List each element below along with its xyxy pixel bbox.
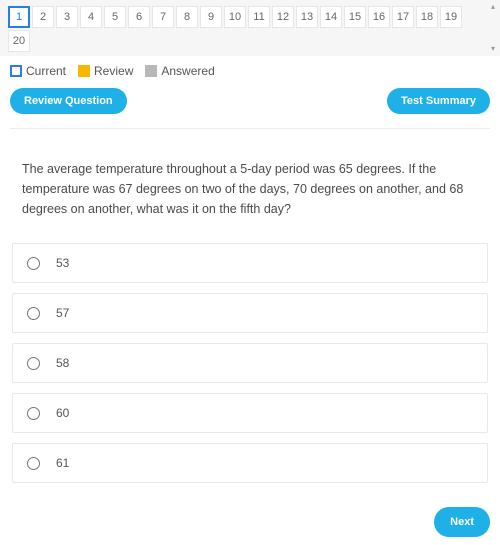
question-nav-item[interactable]: 12 bbox=[272, 6, 294, 28]
footer-actions: Next bbox=[0, 493, 500, 545]
question-nav-item[interactable]: 4 bbox=[80, 6, 102, 28]
answer-label: 58 bbox=[56, 356, 69, 370]
question-nav-item[interactable]: 10 bbox=[224, 6, 246, 28]
question-text: The average temperature throughout a 5-d… bbox=[0, 129, 500, 243]
answer-radio[interactable] bbox=[27, 457, 40, 470]
question-nav-item[interactable]: 5 bbox=[104, 6, 126, 28]
answer-option[interactable]: 57 bbox=[12, 293, 488, 333]
question-nav-item[interactable]: 19 bbox=[440, 6, 462, 28]
action-row: Review Question Test Summary bbox=[0, 84, 500, 128]
answer-radio[interactable] bbox=[27, 407, 40, 420]
question-nav-item[interactable]: 18 bbox=[416, 6, 438, 28]
answer-label: 57 bbox=[56, 306, 69, 320]
legend-label-answered: Answered bbox=[161, 64, 214, 78]
legend-swatch-review bbox=[78, 65, 90, 77]
answer-radio[interactable] bbox=[27, 357, 40, 370]
answer-option[interactable]: 53 bbox=[12, 243, 488, 283]
question-nav-item[interactable]: 20 bbox=[8, 30, 30, 52]
legend: Current Review Answered bbox=[0, 56, 500, 84]
nav-scroll-up[interactable]: ▴ bbox=[488, 2, 498, 12]
answer-label: 53 bbox=[56, 256, 69, 270]
question-nav-item[interactable]: 8 bbox=[176, 6, 198, 28]
answer-radio[interactable] bbox=[27, 307, 40, 320]
question-nav-item[interactable]: 14 bbox=[320, 6, 342, 28]
answer-label: 61 bbox=[56, 456, 69, 470]
question-nav-panel: 1234567891011121314151617181920 ▴ ▾ bbox=[0, 0, 500, 56]
next-button[interactable]: Next bbox=[434, 507, 490, 537]
answer-option[interactable]: 60 bbox=[12, 393, 488, 433]
question-nav-item[interactable]: 9 bbox=[200, 6, 222, 28]
question-nav-item[interactable]: 2 bbox=[32, 6, 54, 28]
legend-label-review: Review bbox=[94, 64, 133, 78]
question-nav-grid: 1234567891011121314151617181920 bbox=[8, 6, 492, 52]
question-nav-item[interactable]: 7 bbox=[152, 6, 174, 28]
answers-list: 53 57 58 60 61 bbox=[0, 243, 500, 483]
answer-radio[interactable] bbox=[27, 257, 40, 270]
answer-option[interactable]: 61 bbox=[12, 443, 488, 483]
question-nav-item[interactable]: 1 bbox=[8, 6, 30, 28]
question-nav-item[interactable]: 6 bbox=[128, 6, 150, 28]
test-summary-button[interactable]: Test Summary bbox=[387, 88, 490, 114]
review-question-button[interactable]: Review Question bbox=[10, 88, 127, 114]
question-nav-item[interactable]: 17 bbox=[392, 6, 414, 28]
question-nav-item[interactable]: 13 bbox=[296, 6, 318, 28]
question-nav-item[interactable]: 11 bbox=[248, 6, 270, 28]
nav-scrollbar: ▴ ▾ bbox=[488, 0, 498, 56]
question-nav-item[interactable]: 16 bbox=[368, 6, 390, 28]
nav-scroll-down[interactable]: ▾ bbox=[488, 44, 498, 54]
question-nav-item[interactable]: 15 bbox=[344, 6, 366, 28]
answer-label: 60 bbox=[56, 406, 69, 420]
answer-option[interactable]: 58 bbox=[12, 343, 488, 383]
legend-swatch-current bbox=[10, 65, 22, 77]
question-nav-item[interactable]: 3 bbox=[56, 6, 78, 28]
legend-swatch-answered bbox=[145, 65, 157, 77]
legend-label-current: Current bbox=[26, 64, 66, 78]
